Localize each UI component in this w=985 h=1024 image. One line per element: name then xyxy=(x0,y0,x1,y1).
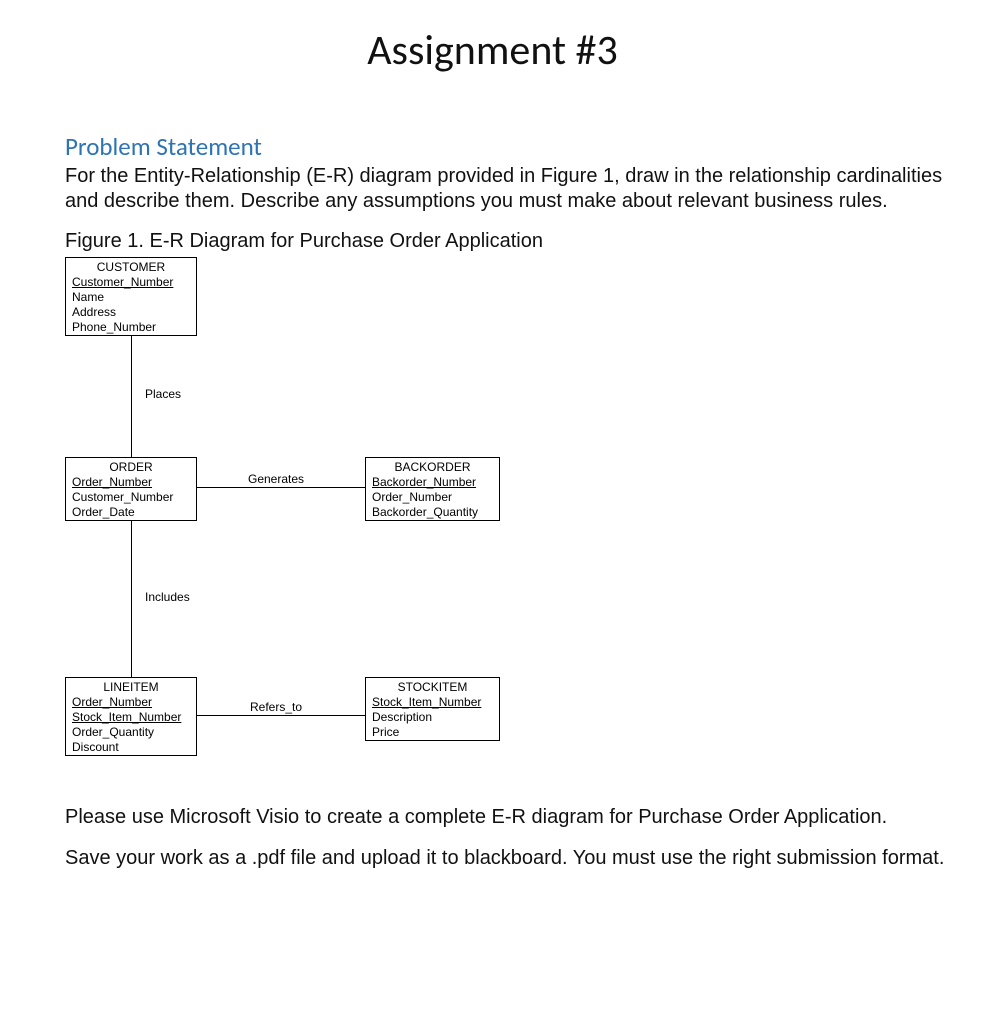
entity-customer-title: CUSTOMER xyxy=(66,258,196,275)
entity-lineitem-attr-qty: Order_Quantity xyxy=(66,725,196,740)
section-heading: Problem Statement xyxy=(65,131,945,162)
entity-lineitem-key1: Order_Number xyxy=(66,695,196,710)
entity-lineitem: LINEITEM Order_Number Stock_Item_Number … xyxy=(65,677,197,756)
entity-lineitem-key2: Stock_Item_Number xyxy=(66,710,196,725)
entity-backorder-attr-ordnum: Order_Number xyxy=(366,490,499,505)
entity-customer-attr-phone: Phone_Number xyxy=(66,320,196,335)
entity-stockitem-attr-price: Price xyxy=(366,725,499,740)
line-customer-order xyxy=(131,336,132,457)
entity-stockitem-attr-desc: Description xyxy=(366,710,499,725)
entity-backorder: BACKORDER Backorder_Number Order_Number … xyxy=(365,457,500,521)
rel-places: Places xyxy=(145,387,181,401)
entity-customer-attr-address: Address xyxy=(66,305,196,320)
line-order-lineitem xyxy=(131,520,132,677)
figure-caption: Figure 1. E-R Diagram for Purchase Order… xyxy=(65,230,945,253)
entity-order-title: ORDER xyxy=(66,458,196,475)
entity-stockitem-title: STOCKITEM xyxy=(366,678,499,695)
entity-stockitem: STOCKITEM Stock_Item_Number Description … xyxy=(365,677,500,741)
er-diagram: CUSTOMER Customer_Number Name Address Ph… xyxy=(65,257,585,787)
line-lineitem-stockitem xyxy=(197,715,365,716)
entity-order: ORDER Order_Number Customer_Number Order… xyxy=(65,457,197,521)
instruction-visio: Please use Microsoft Visio to create a c… xyxy=(65,805,945,830)
entity-lineitem-attr-discount: Discount xyxy=(66,740,196,755)
entity-backorder-title: BACKORDER xyxy=(366,458,499,475)
entity-customer: CUSTOMER Customer_Number Name Address Ph… xyxy=(65,257,197,336)
entity-order-attr-custnum: Customer_Number xyxy=(66,490,196,505)
entity-order-attr-orderdate: Order_Date xyxy=(66,505,196,520)
rel-refers-to: Refers_to xyxy=(250,700,302,714)
entity-stockitem-key: Stock_Item_Number xyxy=(366,695,499,710)
rel-generates: Generates xyxy=(248,472,304,486)
entity-backorder-attr-qty: Backorder_Quantity xyxy=(366,505,499,520)
rel-includes: Includes xyxy=(145,590,190,604)
page-title: Assignment #3 xyxy=(0,25,985,76)
entity-customer-attr-name: Name xyxy=(66,290,196,305)
entity-backorder-key: Backorder_Number xyxy=(366,475,499,490)
entity-customer-key: Customer_Number xyxy=(66,275,196,290)
line-order-backorder xyxy=(197,487,365,488)
content-body: Problem Statement For the Entity-Relatio… xyxy=(65,131,945,871)
entity-order-key: Order_Number xyxy=(66,475,196,490)
instruction-save: Save your work as a .pdf file and upload… xyxy=(65,846,945,871)
problem-statement-text: For the Entity-Relationship (E-R) diagra… xyxy=(65,164,945,214)
entity-lineitem-title: LINEITEM xyxy=(66,678,196,695)
